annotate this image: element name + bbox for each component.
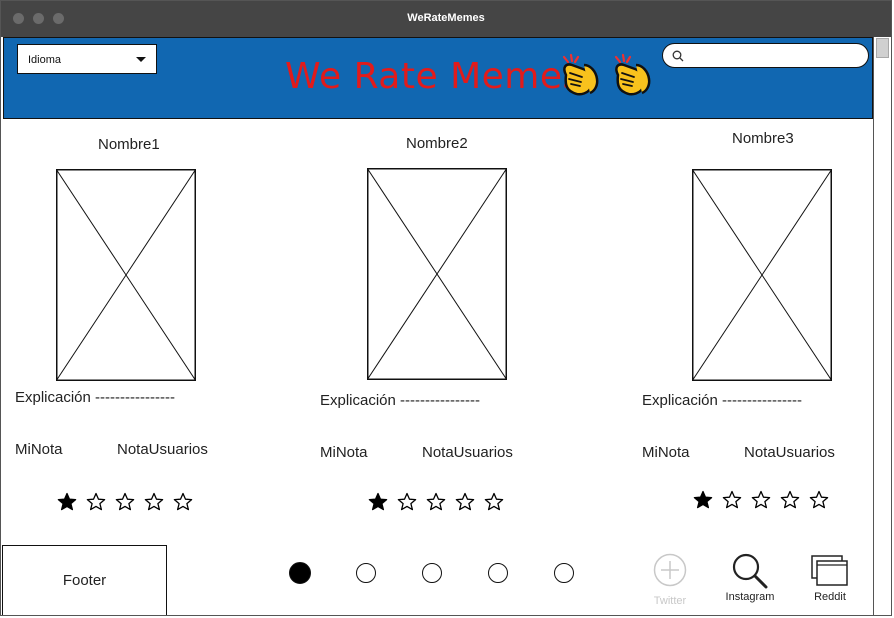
page-dot[interactable]	[356, 563, 376, 583]
star-empty-icon[interactable]	[809, 490, 829, 510]
instagram-label: Instagram	[725, 591, 775, 603]
search-icon	[732, 553, 768, 589]
star-empty-icon[interactable]	[426, 492, 446, 512]
users-rating-label: NotaUsuarios	[422, 444, 513, 461]
star-empty-icon[interactable]	[722, 490, 742, 510]
star-empty-icon[interactable]	[173, 492, 193, 512]
star-empty-icon[interactable]	[780, 490, 800, 510]
users-rating-label: NotaUsuarios	[117, 441, 208, 458]
meme-image-placeholder[interactable]	[692, 169, 832, 381]
my-rating-label: MiNota	[15, 441, 63, 458]
meme-explanation: Explicación ----------------	[642, 392, 802, 409]
page-dot[interactable]	[422, 563, 442, 583]
star-rating[interactable]	[368, 492, 508, 512]
window-title: WeRateMemes	[407, 12, 485, 24]
reddit-link[interactable]: Reddit	[811, 555, 849, 603]
meme-name: Nombre1	[98, 136, 160, 153]
star-empty-icon[interactable]	[751, 490, 771, 510]
instagram-link[interactable]: Instagram	[726, 553, 774, 603]
scrollbar-thumb[interactable]	[876, 38, 889, 58]
star-empty-icon[interactable]	[455, 492, 475, 512]
star-filled-icon[interactable]	[368, 492, 388, 512]
star-rating[interactable]	[693, 490, 833, 510]
meme-explanation: Explicación ----------------	[320, 392, 480, 409]
footer-label: Footer	[62, 572, 107, 589]
my-rating-label: MiNota	[642, 444, 690, 461]
language-dropdown[interactable]: Idioma	[17, 44, 157, 74]
title-bar: WeRateMemes	[1, 1, 891, 37]
star-rating[interactable]	[57, 492, 197, 512]
clapping-hands-icon	[614, 53, 651, 96]
page-dot-active[interactable]	[289, 562, 311, 584]
add-circle-icon	[653, 553, 687, 587]
search-icon	[672, 50, 684, 62]
meme-image-placeholder[interactable]	[367, 168, 507, 380]
star-filled-icon[interactable]	[693, 490, 713, 510]
chevron-down-icon	[136, 57, 146, 62]
clapping-hands-icon	[562, 53, 599, 96]
scrollbar[interactable]	[873, 37, 891, 615]
footer-box: Footer	[2, 545, 167, 615]
star-empty-icon[interactable]	[115, 492, 135, 512]
brand-title: We Rate Memes	[285, 56, 582, 97]
reddit-label: Reddit	[814, 591, 846, 603]
meme-image-placeholder[interactable]	[56, 169, 196, 381]
search-input[interactable]	[689, 47, 863, 66]
page-dot[interactable]	[488, 563, 508, 583]
users-rating-label: NotaUsuarios	[744, 444, 835, 461]
star-empty-icon[interactable]	[397, 492, 417, 512]
language-dropdown-label: Idioma	[28, 54, 62, 66]
twitter-link[interactable]: Twitter	[653, 553, 687, 607]
meme-explanation: Explicación ----------------	[15, 389, 175, 406]
my-rating-label: MiNota	[320, 444, 368, 461]
page-dot[interactable]	[554, 563, 574, 583]
search-box[interactable]	[662, 43, 869, 68]
star-empty-icon[interactable]	[86, 492, 106, 512]
star-filled-icon[interactable]	[57, 492, 77, 512]
app-window: WeRateMemes Idioma We Rate Memes Nombre1…	[0, 0, 892, 616]
meme-name: Nombre2	[406, 135, 468, 152]
twitter-label: Twitter	[653, 595, 687, 607]
star-empty-icon[interactable]	[144, 492, 164, 512]
windows-icon	[811, 555, 848, 586]
meme-name: Nombre3	[732, 130, 794, 147]
star-empty-icon[interactable]	[484, 492, 504, 512]
